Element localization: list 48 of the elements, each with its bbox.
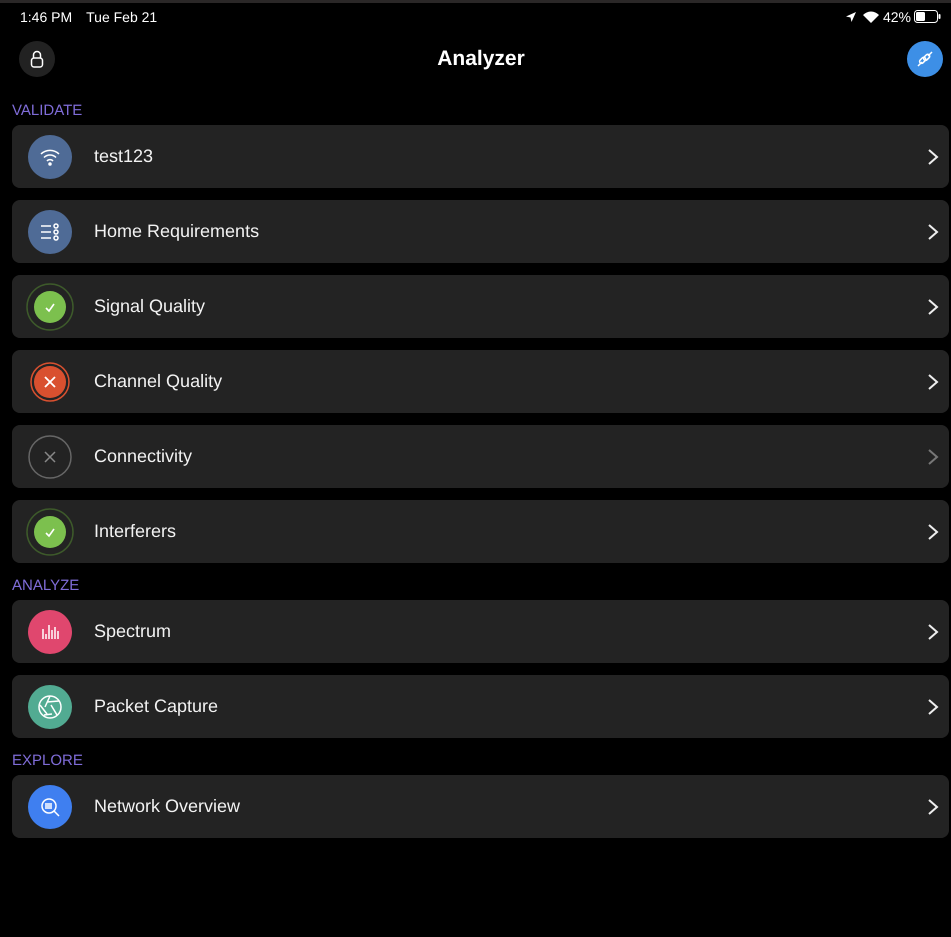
section-header: EXPLORE [11, 752, 84, 769]
row-label: Connectivity [94, 446, 194, 467]
wifi-signal-icon [862, 10, 879, 22]
menu-row[interactable]: Packet Capture [12, 675, 949, 738]
menu-row[interactable]: Channel Quality [12, 350, 949, 413]
aperture-icon [26, 682, 74, 730]
menu-row[interactable]: Interferers [12, 500, 949, 563]
lock-icon [30, 49, 44, 69]
menu-row[interactable]: Signal Quality [12, 275, 949, 338]
row-label: test123 [94, 146, 154, 167]
link-button[interactable] [906, 41, 943, 77]
list-icon [26, 208, 74, 256]
lock-button[interactable] [19, 41, 55, 77]
menu-row[interactable]: test123 [12, 125, 949, 188]
menu-row[interactable]: Spectrum [12, 600, 949, 663]
wifi-icon [26, 132, 74, 180]
section-header: VALIDATE [11, 102, 84, 119]
cross-icon [26, 432, 74, 480]
status-time: 1:46 PM [20, 8, 72, 24]
chevron-icon [927, 798, 939, 816]
row-label: Home Requirements [94, 221, 260, 242]
row-label: Interferers [94, 521, 178, 542]
check-icon [26, 282, 74, 330]
status-date: Tue Feb 21 [86, 8, 158, 24]
battery-icon [914, 10, 941, 23]
chevron-icon [927, 522, 939, 540]
row-label: Channel Quality [94, 371, 224, 392]
chevron-icon [927, 372, 939, 390]
row-label: Network Overview [94, 796, 242, 817]
section-header: ANALYZE [11, 577, 80, 594]
chevron-icon [927, 222, 939, 240]
chevron-icon [927, 298, 939, 316]
location-icon [844, 10, 857, 22]
chevron-icon [927, 148, 939, 166]
check-icon [26, 508, 74, 556]
chevron-icon [927, 622, 939, 640]
menu-row[interactable]: Home Requirements [12, 200, 949, 263]
menu-row[interactable]: Network Overview [12, 775, 949, 838]
battery-percent: 42% [882, 8, 911, 24]
row-label: Signal Quality [94, 296, 206, 317]
search-icon [26, 782, 74, 830]
row-label: Packet Capture [94, 696, 220, 717]
page-title: Analyzer [437, 47, 525, 71]
chevron-icon [927, 448, 939, 466]
link-icon [914, 49, 935, 69]
chevron-icon [927, 698, 939, 716]
row-label: Spectrum [94, 621, 172, 642]
bar-chart-icon [26, 608, 74, 656]
